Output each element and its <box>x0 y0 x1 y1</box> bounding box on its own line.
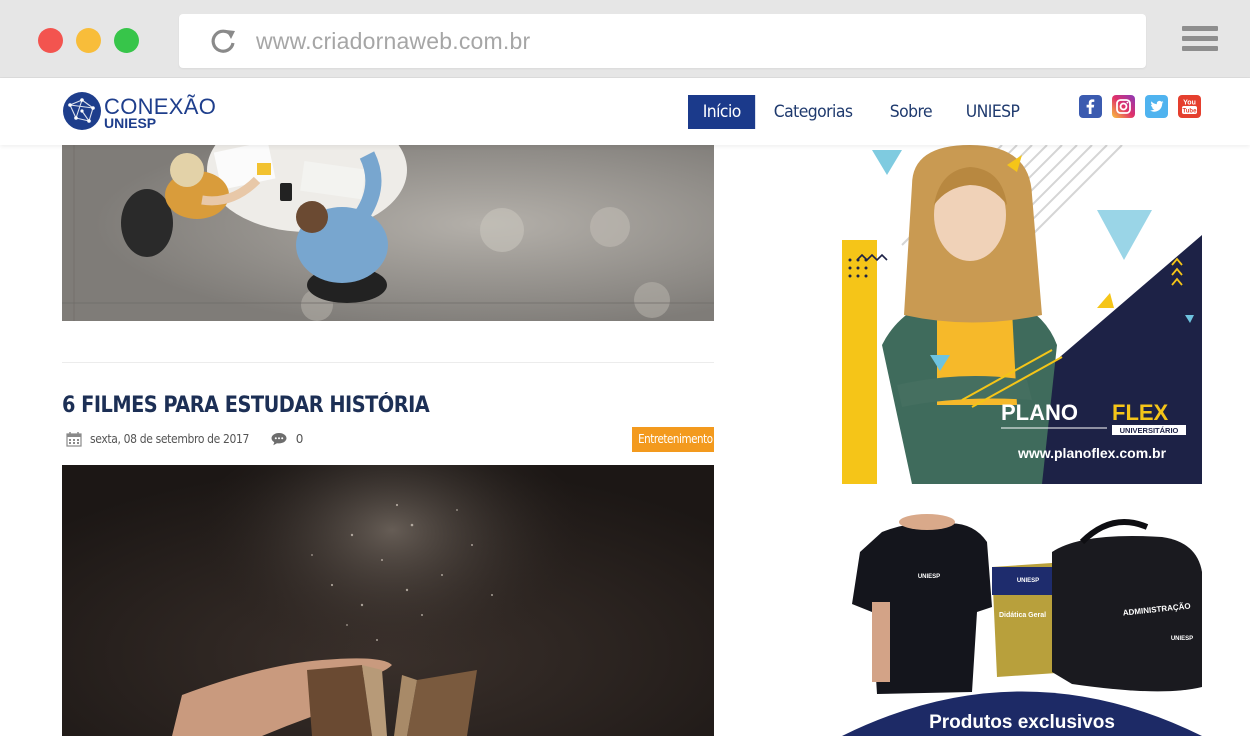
post-image[interactable] <box>62 465 714 736</box>
post-date: sexta, 08 de setembro de 2017 <box>90 432 250 446</box>
minimize-window-button[interactable] <box>76 28 101 53</box>
products-banner: UNIESP UNIESP Didática Geral ADMINISTRAÇ… <box>842 512 1202 736</box>
ad2-shirt-text: UNIESP <box>918 574 940 580</box>
youtube-icon[interactable]: Tube You <box>1178 95 1201 118</box>
logo-text-secondary: UNIESP <box>104 115 157 131</box>
comment-count: 0 <box>295 432 304 446</box>
main-nav: Início Categorias Sobre UNIESP <box>688 95 1039 129</box>
post-meta: sexta, 08 de setembro de 2017 0 <box>66 430 303 448</box>
post-divider <box>62 362 714 363</box>
study-table-illustration <box>62 145 714 321</box>
social-links: Tube You <box>1079 95 1201 118</box>
page: www.criadornaweb.com.br CONEXÃO UNIESP I… <box>0 0 1250 736</box>
nav-item-categorias[interactable]: Categorias <box>759 95 867 129</box>
globe-logo-icon <box>63 92 101 130</box>
twitter-icon[interactable] <box>1145 95 1168 118</box>
category-label: Entretenimento <box>638 432 713 446</box>
ad1-url: www.planoflex.com.br <box>1017 445 1167 461</box>
url-text: www.criadornaweb.com.br <box>256 28 531 54</box>
book-dust-illustration <box>62 465 714 736</box>
browser-chrome: www.criadornaweb.com.br <box>0 0 1250 78</box>
close-window-button[interactable] <box>38 28 63 53</box>
site-header: CONEXÃO UNIESP Início Categorias Sobre U… <box>0 78 1250 145</box>
ad1-brand-left: PLANO <box>1001 400 1078 425</box>
maximize-window-button[interactable] <box>114 28 139 53</box>
post-title[interactable]: 6 FILMES PARA ESTUDAR HISTÓRIA <box>62 393 430 418</box>
ad2-book-brand: UNIESP <box>1017 578 1039 584</box>
ad1-brand-sub: UNIVERSITÁRIO <box>1120 426 1179 435</box>
category-badge[interactable]: Entretenimento <box>632 427 714 452</box>
svg-text:You: You <box>1183 100 1196 107</box>
browser-menu-icon[interactable] <box>1182 26 1218 54</box>
calendar-icon <box>66 432 82 447</box>
nav-item-inicio[interactable]: Início <box>688 95 756 129</box>
comments-icon[interactable] <box>271 432 287 446</box>
reload-icon[interactable] <box>209 27 237 55</box>
nav-item-uniesp[interactable]: UNIESP <box>951 95 1034 129</box>
ad2-caption: Produtos exclusivos <box>929 712 1115 733</box>
address-bar[interactable]: www.criadornaweb.com.br <box>179 14 1146 68</box>
previous-post-image[interactable] <box>62 145 714 321</box>
ad2-bag-brand: UNIESP <box>1171 636 1193 642</box>
products-ad[interactable]: UNIESP UNIESP Didática Geral ADMINISTRAÇ… <box>842 512 1202 736</box>
ad2-book-title: Didática Geral <box>999 612 1046 619</box>
site-logo[interactable]: CONEXÃO UNIESP <box>62 91 216 133</box>
instagram-icon[interactable] <box>1112 95 1135 118</box>
svg-text:Tube: Tube <box>1183 109 1198 115</box>
ad1-brand-right: FLEX <box>1112 400 1169 425</box>
nav-item-sobre[interactable]: Sobre <box>875 95 947 129</box>
planoflex-banner: PLANO FLEX UNIVERSITÁRIO www.planoflex.c… <box>842 145 1202 484</box>
facebook-icon[interactable] <box>1079 95 1102 118</box>
planoflex-ad[interactable]: PLANO FLEX UNIVERSITÁRIO www.planoflex.c… <box>842 145 1202 484</box>
